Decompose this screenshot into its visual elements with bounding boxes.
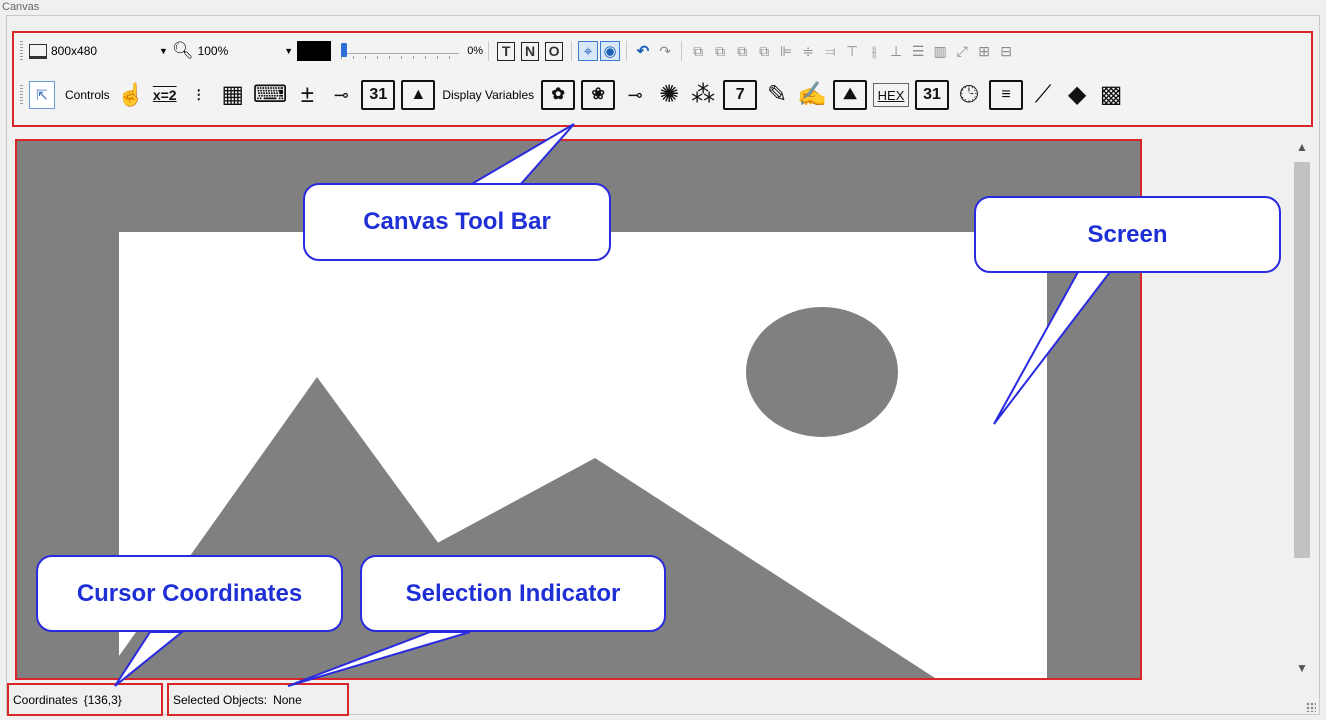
led-icon[interactable]: ⊸ bbox=[621, 80, 649, 110]
alert-icon[interactable]: ▲ bbox=[401, 80, 436, 110]
keypad-icon[interactable]: ▦ bbox=[219, 80, 247, 110]
scroll-down-icon[interactable]: ▼ bbox=[1291, 657, 1313, 679]
send-to-back-icon[interactable]: ⧉ bbox=[754, 41, 774, 61]
align-center-icon[interactable]: ≑ bbox=[798, 41, 818, 61]
plus-minus-icon[interactable]: ± bbox=[293, 80, 321, 110]
seven-segment-icon[interactable]: 7 bbox=[723, 80, 758, 110]
send-backward-icon[interactable]: ⧉ bbox=[710, 41, 730, 61]
x2-button[interactable]: x=2 bbox=[151, 80, 179, 110]
distribute-vertical-icon[interactable]: ▥ bbox=[930, 41, 950, 61]
resize-grip[interactable] bbox=[1306, 702, 1316, 712]
keyboard-icon[interactable]: ⌨ bbox=[253, 80, 288, 110]
eye-icon[interactable]: ◉ bbox=[600, 41, 621, 61]
shapes-icon[interactable]: ◆ bbox=[1063, 80, 1091, 110]
text-button-t[interactable]: T bbox=[497, 41, 516, 61]
transparency-slider[interactable] bbox=[337, 41, 463, 61]
chevron-down-icon: ▼ bbox=[159, 46, 168, 56]
zoom-value: 100% bbox=[197, 44, 229, 58]
bring-to-front-icon[interactable]: ⧉ bbox=[732, 41, 752, 61]
transparency-value: 0% bbox=[467, 45, 484, 57]
slider-thumb[interactable] bbox=[341, 43, 348, 57]
cursor-coordinates-callout: Cursor Coordinates bbox=[36, 555, 343, 632]
crosshair-icon[interactable]: ⌖ bbox=[578, 41, 599, 61]
list-icon[interactable]: ≡ bbox=[989, 80, 1024, 110]
align-bottom-icon[interactable]: ⊥ bbox=[886, 41, 906, 61]
qr-code-icon[interactable]: ▩ bbox=[1097, 80, 1125, 110]
toolbar-row-1: 800x480 ▼ 🔍︎ 100% ▼ 0% T N O ⌖ ◉ ↶ ↷ ⧉ ⧉… bbox=[20, 39, 1017, 63]
zoom-combo[interactable]: 🔍︎ 100% ▼ bbox=[172, 41, 293, 61]
coordinates-value: {136,3} bbox=[83, 692, 122, 707]
text-display-icon[interactable]: ✍ bbox=[797, 80, 827, 110]
distribute-horizontal-icon[interactable]: ☰ bbox=[908, 41, 928, 61]
toolbar-grip[interactable] bbox=[20, 41, 23, 61]
align-top-icon[interactable]: ⊤ bbox=[842, 41, 862, 61]
image-button-icon[interactable]: ✿ bbox=[541, 80, 576, 110]
align-left-icon[interactable]: ⊫ bbox=[776, 41, 796, 61]
toolbar-callout: Canvas Tool Bar bbox=[303, 183, 611, 261]
screen-size-value: 800x480 bbox=[51, 44, 98, 58]
text-button-o[interactable]: O bbox=[545, 41, 564, 61]
canvas-toolbar: 800x480 ▼ 🔍︎ 100% ▼ 0% T N O ⌖ ◉ ↶ ↷ ⧉ ⧉… bbox=[12, 31, 1313, 127]
selection-indicator: Selected Objects: None bbox=[167, 683, 349, 716]
zoom-icon: 🔍︎ bbox=[171, 41, 194, 60]
chevron-down-icon: ▼ bbox=[284, 46, 294, 56]
scrollbar-thumb[interactable] bbox=[1294, 162, 1310, 558]
date-icon[interactable]: 31 bbox=[915, 80, 950, 110]
knob-icon[interactable]: ✺ bbox=[655, 80, 683, 110]
coordinates-label: Coordinates bbox=[13, 692, 78, 707]
slider-icon[interactable]: ⊸ bbox=[327, 80, 355, 110]
calendar-icon[interactable]: 31 bbox=[361, 80, 396, 110]
image-toggle-icon[interactable]: ❀ bbox=[581, 80, 616, 110]
hex-display-icon[interactable]: HEX bbox=[873, 83, 910, 107]
undo-icon[interactable]: ↶ bbox=[633, 41, 653, 61]
controls-label: Controls bbox=[65, 88, 110, 102]
pointer-icon[interactable]: ⇱ bbox=[29, 81, 55, 109]
display-variables-label: Display Variables bbox=[442, 88, 535, 102]
trend-icon[interactable]: ⟋ bbox=[1029, 80, 1057, 110]
ungroup-icon[interactable]: ⊟ bbox=[996, 41, 1016, 61]
clock-icon[interactable]: 🕒︎ bbox=[955, 80, 983, 110]
toolbar-grip[interactable] bbox=[20, 85, 23, 105]
traffic-light-icon[interactable]: ⁝ bbox=[185, 80, 213, 110]
selection-indicator-callout: Selection Indicator bbox=[360, 555, 666, 632]
touch-icon[interactable]: ☝ bbox=[117, 80, 145, 110]
toolbar-row-2: ⇱ Controls ☝ x=2 ⁝ ▦ ⌨ ± ⊸ 31 ▲ Display … bbox=[20, 79, 1128, 111]
group-icon[interactable]: ⊞ bbox=[974, 41, 994, 61]
selected-objects-value: None bbox=[273, 692, 302, 707]
scroll-up-icon[interactable]: ▲ bbox=[1291, 136, 1313, 158]
bring-forward-icon[interactable]: ⧉ bbox=[688, 41, 708, 61]
image-icon[interactable]: ⛰ bbox=[833, 80, 868, 110]
color-swatch[interactable] bbox=[297, 41, 332, 61]
screen-size-combo[interactable]: 800x480 ▼ bbox=[29, 41, 168, 61]
selected-objects-label: Selected Objects: bbox=[173, 692, 268, 707]
align-right-icon[interactable]: ⫤ bbox=[820, 41, 840, 61]
panel-title: Canvas bbox=[2, 1, 40, 13]
redo-icon[interactable]: ↷ bbox=[655, 41, 675, 61]
text-button-n[interactable]: N bbox=[521, 41, 540, 61]
screen-callout: Screen bbox=[974, 196, 1281, 273]
numeric-icon[interactable]: ⁂ bbox=[689, 80, 717, 110]
same-size-icon[interactable]: ⤢ bbox=[952, 41, 972, 61]
align-middle-icon[interactable]: ⫲ bbox=[864, 41, 884, 61]
numeric-display-icon[interactable]: ✎ bbox=[763, 80, 791, 110]
cursor-coordinates: Coordinates {136,3} bbox=[7, 683, 163, 716]
screen-size-icon bbox=[29, 43, 47, 59]
